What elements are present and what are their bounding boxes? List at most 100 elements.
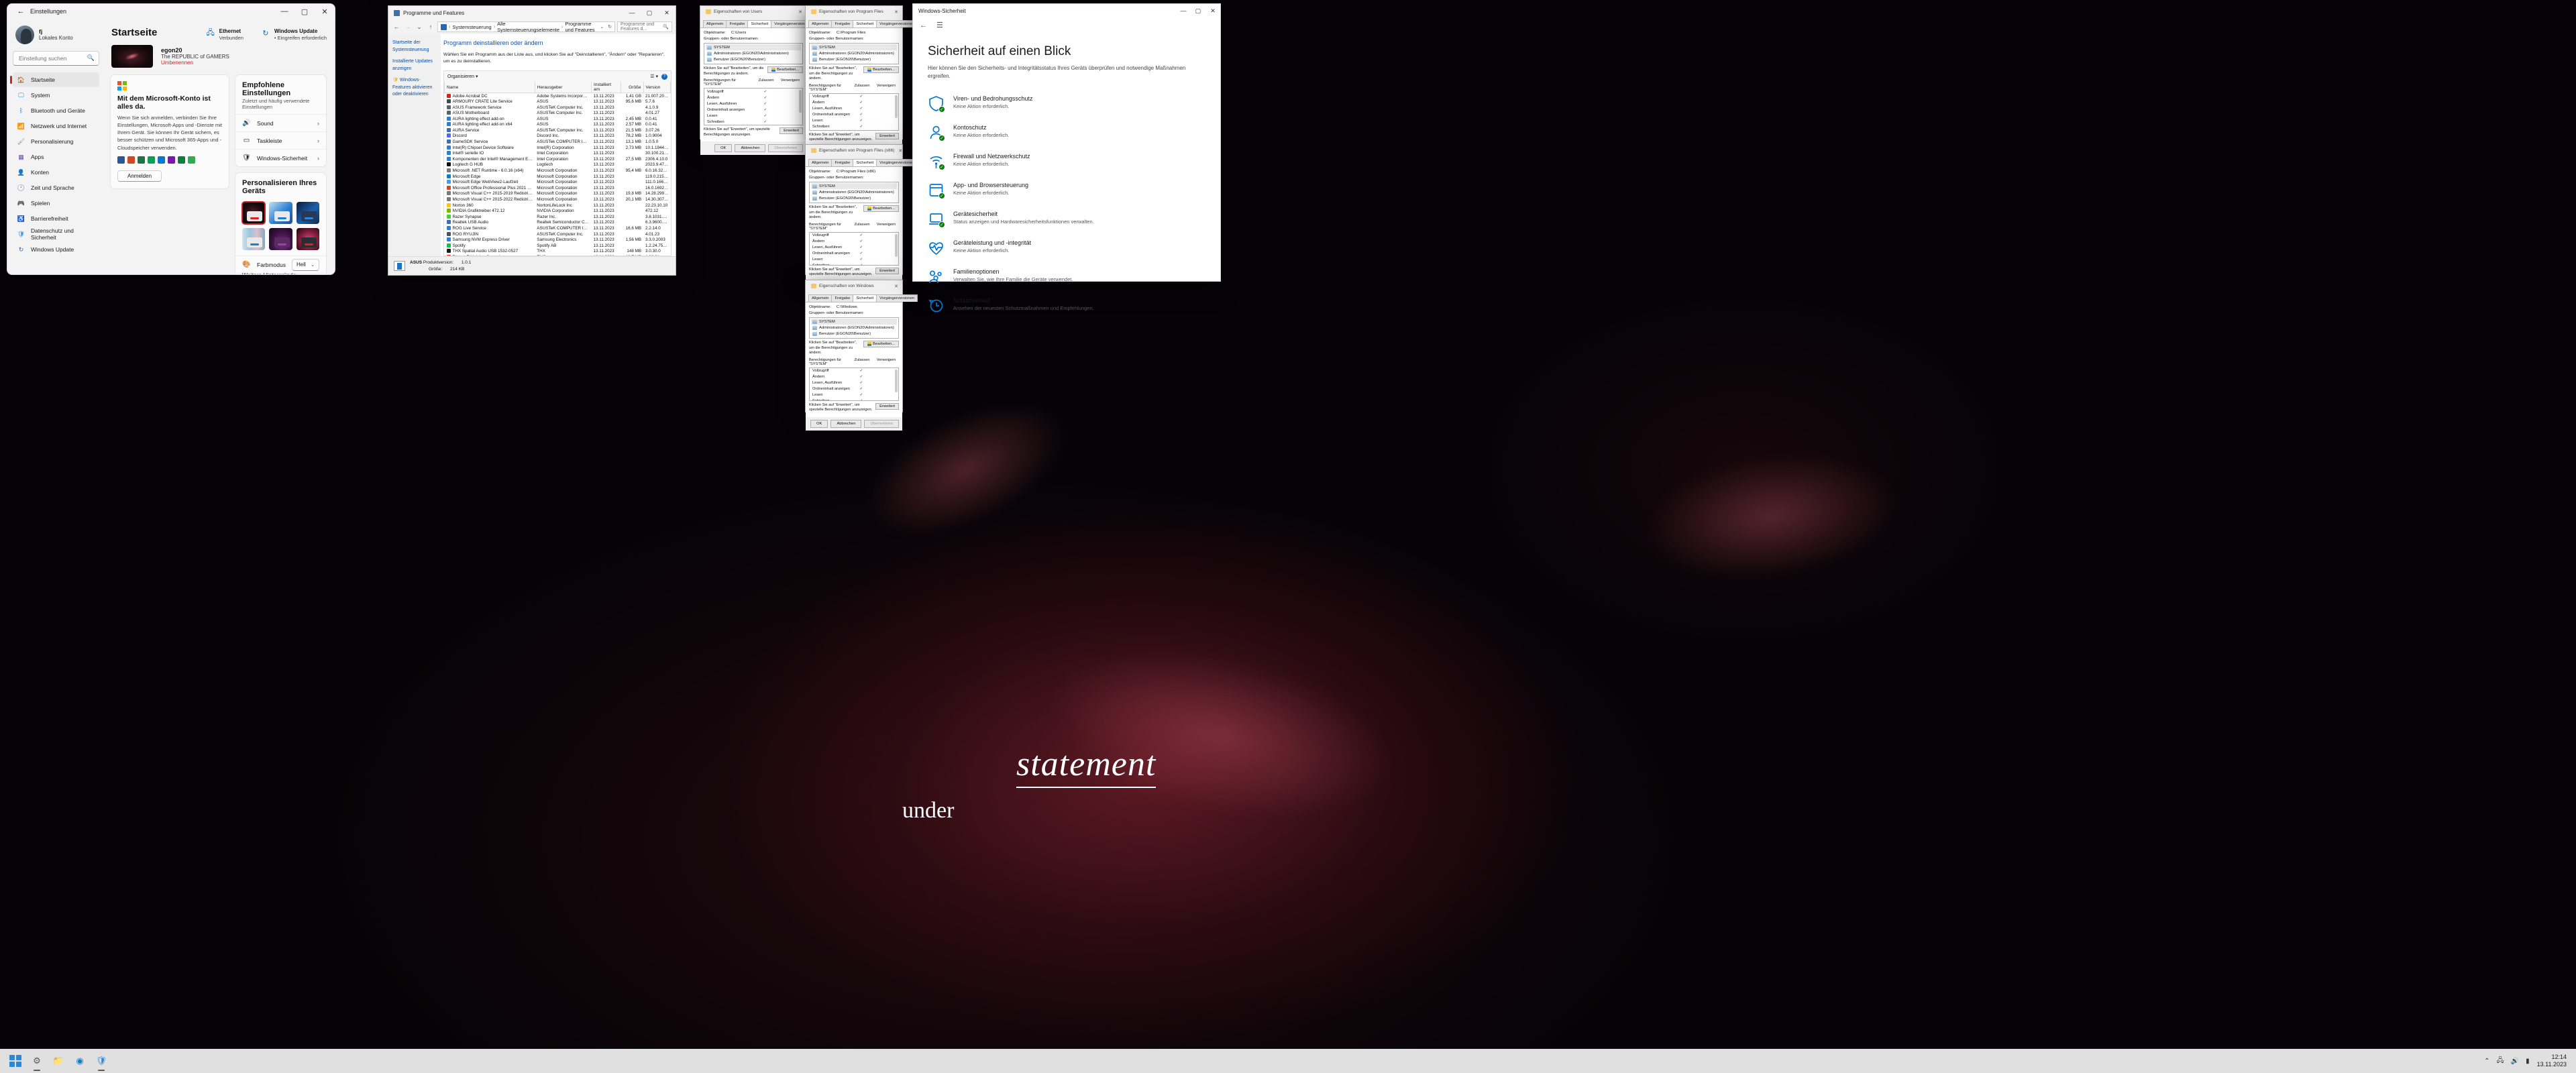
security-taskbar-icon[interactable]: 🛡 [94, 1054, 109, 1068]
table-row[interactable]: Norton 360 NortonLifeLock Inc 13.11.2023 22… [445, 203, 671, 209]
sign-in-button[interactable]: Anmelden [117, 170, 162, 182]
scrollbar[interactable] [799, 90, 802, 113]
tab-freigabe[interactable]: Freigabe [831, 159, 854, 166]
dialog-tabs[interactable]: Allgemein Freigabe Sicherheit Vorgängervers… [806, 292, 918, 302]
wallpaper-thumbnail[interactable] [241, 201, 266, 225]
sidebar-item-barrierefreiheit[interactable]: ♿ Barrierefreiheit [13, 211, 99, 226]
security-item-gerätesicherheit[interactable]: ✓ Gerätesicherheit Status anzeigen und Har… [913, 205, 1220, 233]
permission-row[interactable]: Ordnerinhalt anzeigen ✓ [810, 386, 898, 392]
volume-tray-icon[interactable]: 🔊 [2511, 1058, 2519, 1065]
scrollbar[interactable] [895, 369, 898, 392]
permission-row[interactable]: Vollzugriff ✓ [810, 368, 898, 374]
sidebar-item-spielen[interactable]: 🎮 Spielen [13, 196, 99, 211]
permission-row[interactable]: Ordnerinhalt anzeigen ✓ [704, 107, 802, 113]
nav-back-icon[interactable]: ← [392, 21, 401, 32]
properties-dialog[interactable]: Eigenschaften von Program Files ✕ Allgemei… [805, 5, 941, 160]
user-list-item[interactable]: Administratoren (EGON20\Administratoren) [811, 189, 897, 195]
back-arrow-icon[interactable]: ← [920, 21, 927, 30]
tab-sicherheit[interactable]: Sicherheit [853, 159, 877, 166]
table-row[interactable]: NVIDIA Grafiktreiber 472.12 NVIDIA Corpor… [445, 208, 671, 214]
programs-titlebar[interactable]: Programme und Features — ▢ ✕ [388, 6, 676, 19]
tab-vorgängerversionen[interactable]: Vorgängerversionen [876, 294, 918, 302]
permission-row[interactable]: Lesen ✓ [810, 257, 898, 263]
wallpaper-thumbnail[interactable] [296, 202, 319, 224]
properties-dialog[interactable]: Eigenschaften von Users ✕ Allgemein Freigab… [700, 5, 836, 156]
breadcrumb-0[interactable]: Systemsteuerung [452, 24, 491, 30]
battery-tray-icon[interactable]: ▮ [2526, 1058, 2530, 1065]
permission-row[interactable]: Lesen, Ausführen ✓ [810, 380, 898, 386]
security-item-familienoptionen[interactable]: Familienoptionen Verwalten Sie, wie Ihre … [913, 262, 1220, 291]
tab-allgemein[interactable]: Allgemein [808, 20, 833, 27]
back-arrow-icon[interactable]: ← [13, 5, 29, 17]
permission-row[interactable]: Ändern ✓ [704, 95, 802, 101]
settings-search[interactable]: 🔍 [13, 51, 99, 66]
table-row[interactable]: AURA lighting effect add-on x64 ASUS 13.11… [445, 122, 671, 128]
table-row[interactable]: Adobe Acrobat DC Adobe Systems Incorporat… [445, 93, 671, 99]
taskbar-icons[interactable]: ⚙ 📁 ◉ 🛡 [0, 1054, 109, 1068]
tab-freigabe[interactable]: Freigabe [831, 20, 854, 27]
settings-window-buttons[interactable]: — ▢ ✕ [274, 4, 335, 20]
permission-row[interactable]: Lesen, Ausführen ✓ [810, 106, 898, 112]
hamburger-menu-icon[interactable]: ☰ [936, 21, 943, 30]
edit-button[interactable]: Bearbeiten... [863, 66, 899, 73]
user-list-item[interactable]: Administratoren (EGON20\Administratoren) [811, 325, 897, 331]
security-item-viren-und-bedrohungsschutz[interactable]: ✓ Viren- und Bedrohungsschutz Keine Aktion… [913, 89, 1220, 118]
permission-row[interactable]: Schreiben ✓ [704, 119, 802, 125]
close-button[interactable]: ✕ [1205, 4, 1220, 17]
cancel-button[interactable]: Abbrechen [735, 144, 766, 153]
table-row[interactable]: Microsoft Visual C++ 2015-2019 Redistrib… [445, 191, 671, 197]
column-header-name[interactable]: Name [444, 82, 535, 94]
color-mode-select[interactable]: Hell ⌄ [292, 258, 319, 271]
sidebar-item-zeit-und-sprache[interactable]: 🕐 Zeit und Sprache [13, 180, 99, 195]
breadcrumb-dropdown-icon[interactable]: ⌄ [600, 24, 604, 30]
user-list[interactable]: SYSTEM Administratoren (EGON20\Administra… [809, 317, 899, 339]
table-row[interactable]: Intel® serielle IO Intel Corporation 13.11… [445, 150, 671, 156]
network-tray-icon[interactable]: 🖧 [2496, 1056, 2504, 1067]
dialog-footer[interactable]: OKAbbrechenÜbernehmen [806, 416, 902, 431]
permission-row[interactable]: Vollzugriff ✓ [810, 94, 898, 100]
view-list-icon[interactable]: ☰ ▾ [650, 74, 658, 79]
edit-button[interactable]: Bearbeiten... [863, 341, 899, 347]
help-icon[interactable]: ? [661, 73, 667, 80]
status-tile[interactable]: ↻ Windows Update • Eingreifen erforderlich [261, 28, 327, 42]
tab-allgemein[interactable]: Allgemein [808, 294, 833, 302]
taskbar-tray[interactable]: ⌃ 🖧 🔊 ▮ 12:14 13.11.2023 [2484, 1054, 2576, 1069]
table-row[interactable]: THX Spatial Audio USB 1532-0527 THX 13.11.… [445, 249, 671, 255]
table-row[interactable]: Realtek USB Audio Realtek Semiconductor C… [445, 220, 671, 226]
sidebar-item-konten[interactable]: 👤 Konten [13, 165, 99, 180]
user-list-item[interactable]: Administratoren (EGON20\Administratoren) [811, 50, 897, 56]
tab-freigabe[interactable]: Freigabe [831, 294, 854, 302]
file-explorer-taskbar-icon[interactable]: 📁 [51, 1054, 66, 1068]
permissions-list[interactable]: Vollzugriff ✓ Ändern ✓ Lesen, Ausführen ✓ Ordn… [809, 231, 899, 266]
table-row[interactable]: AURA lighting effect add-on ASUS 13.11.202… [445, 116, 671, 122]
table-row[interactable]: Microsoft Edge WebView2-Laufzeit Microsof… [445, 179, 671, 185]
permission-row[interactable]: Lesen ✓ [704, 113, 802, 119]
security-item-app-und-browsersteuerung[interactable]: ✓ App- und Browsersteuerung Keine Aktion e… [913, 176, 1220, 205]
nav-forward-icon[interactable]: → [403, 21, 413, 32]
dialog-tabs[interactable]: Allgemein Freigabe Sicherheit Vorgängervers… [700, 17, 836, 28]
tab-freigabe[interactable]: Freigabe [726, 20, 749, 27]
settings-titlebar[interactable]: ← Einstellungen — ▢ ✕ [7, 4, 335, 19]
permission-row[interactable]: Ordnerinhalt anzeigen ✓ [810, 251, 898, 257]
sidebar-item-netzwerk-und-internet[interactable]: 📶 Netzwerk und Internet [13, 119, 99, 133]
rename-device-link[interactable]: Umbenennen [161, 60, 229, 66]
more-themes-row[interactable]: Weitere Hintergründe, Farben und Designs… [235, 272, 326, 274]
table-row[interactable]: ASUS Framework Service ASUSTeK Computer I… [445, 105, 671, 111]
nav-up-icon[interactable]: ↑ [426, 21, 435, 32]
table-row[interactable]: AURA Service ASUSTeK Computer Inc. 13.11.2… [445, 127, 671, 133]
user-list[interactable]: SYSTEM Administratoren (EGON20\Administra… [809, 43, 899, 64]
dialog-tabs[interactable]: Allgemein Freigabe Sicherheit Vorgängervers… [806, 156, 918, 167]
sidebar-item-bluetooth-und-ger-te[interactable]: ᛒ Bluetooth und Geräte [13, 103, 99, 118]
explorer-search[interactable]: Programme und Features d... 🔍 [617, 21, 672, 32]
table-row[interactable]: Komponenten der Intel® Management Engine… [445, 156, 671, 162]
table-row[interactable]: Razer Synapse Razer Inc. 13.11.2023 3.8.103… [445, 214, 671, 220]
side-link-2[interactable]: Windows-Features aktivieren oder deaktiv… [392, 77, 437, 99]
edge-taskbar-icon[interactable]: ◉ [72, 1054, 87, 1068]
chevron-up-tray-icon[interactable]: ⌃ [2484, 1058, 2489, 1065]
scrollbar[interactable] [895, 233, 898, 257]
breadcrumb-1[interactable]: Alle Systemsteuerungselemente [497, 21, 559, 33]
nav-recent-icon[interactable]: ⌄ [415, 21, 424, 32]
sidebar-item-windows-update[interactable]: ↻ Windows Update [13, 242, 99, 257]
settings-taskbar-icon[interactable]: ⚙ [30, 1054, 44, 1068]
tab-allgemein[interactable]: Allgemein [808, 159, 833, 166]
